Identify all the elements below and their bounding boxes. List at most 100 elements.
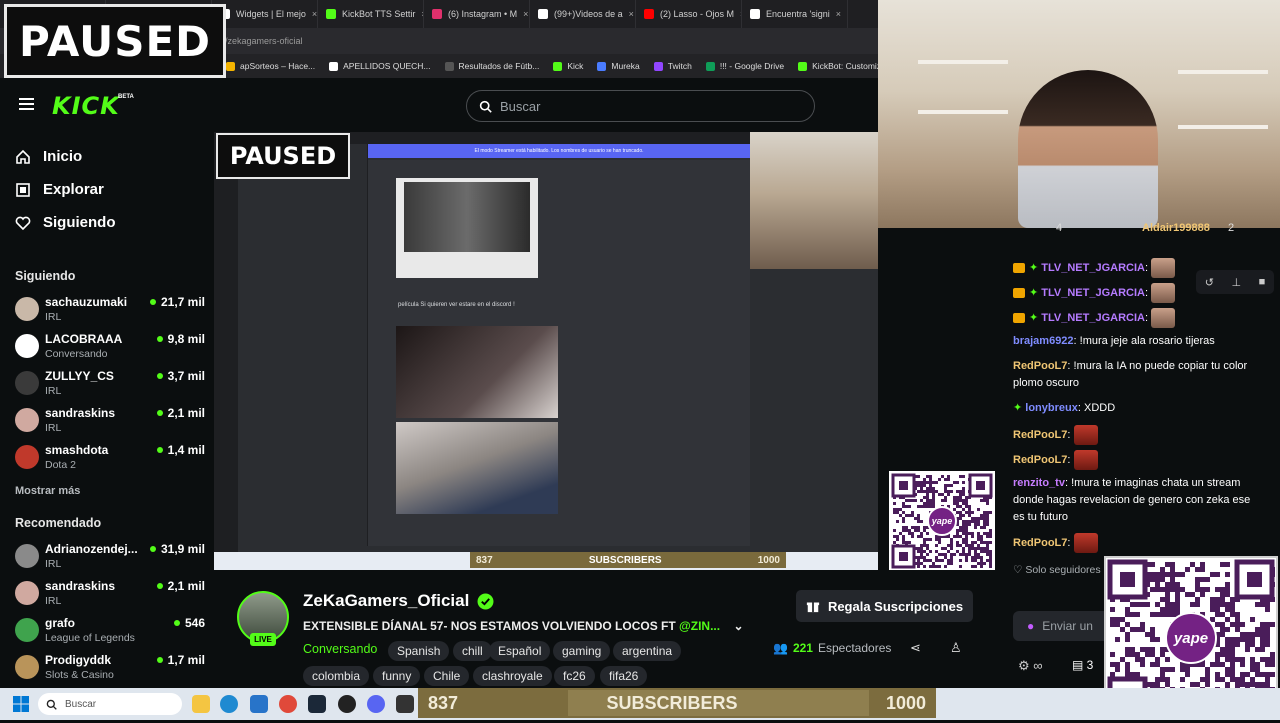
discord-icon[interactable] xyxy=(367,695,385,713)
tab-close-icon[interactable]: × xyxy=(629,9,634,19)
chat-message[interactable]: RedPooL7: xyxy=(1013,425,1263,445)
bookmark-item[interactable]: apSorteos – Hace... xyxy=(226,61,315,71)
obs-icon[interactable] xyxy=(338,695,356,713)
nav-home[interactable]: Inicio xyxy=(15,148,82,165)
stream-tag[interactable]: argentina xyxy=(613,641,682,661)
chat-message[interactable]: brajam6922: !mura jeje ala rosario tijer… xyxy=(1013,333,1263,350)
sidebar-channel[interactable]: sandraskins IRL 2,1 mil xyxy=(15,579,205,615)
chat-username[interactable]: TLV_NET_JGARCIA xyxy=(1041,287,1145,299)
stream-tag[interactable]: funny xyxy=(373,666,421,686)
emote-icon xyxy=(1151,283,1176,303)
chat-username[interactable]: RedPooL7 xyxy=(1013,454,1067,466)
file-explorer-icon[interactable] xyxy=(192,695,210,713)
stream-tag[interactable]: Spanish xyxy=(388,641,450,661)
chat-message[interactable]: RedPooL7: !mura la IA no puede copiar tu… xyxy=(1013,358,1263,392)
gift-subscriptions-button[interactable]: Regala Suscripciones xyxy=(796,590,973,622)
bookmark-item[interactable]: Kick xyxy=(553,61,583,71)
heart-icon xyxy=(15,216,31,230)
channel-viewers: 546 xyxy=(173,616,205,630)
chat-top-count-right: 2 xyxy=(1228,222,1235,234)
chrome-icon[interactable] xyxy=(279,695,297,713)
follow-icon[interactable]: ♙ xyxy=(950,640,962,656)
streamer-name[interactable]: ZeKaGamers_Oficial xyxy=(303,591,494,611)
bookmark-item[interactable]: Twitch xyxy=(653,61,692,71)
sidebar-channel[interactable]: sandraskins IRL 2,1 mil xyxy=(15,406,205,442)
stream-webcam-inset xyxy=(750,132,878,269)
sidebar-channel[interactable]: smashdota Dota 2 1,4 mil xyxy=(15,443,205,479)
bookmark-item[interactable]: APELLIDOS QUECH... xyxy=(329,61,431,71)
stream-tag[interactable]: fc26 xyxy=(554,666,595,686)
hamburger-menu-icon[interactable] xyxy=(19,98,34,110)
tab-close-icon[interactable]: × xyxy=(836,9,841,19)
stream-tag[interactable]: colombia xyxy=(303,666,370,686)
stream-tag[interactable]: chill xyxy=(453,641,492,661)
chat-message[interactable]: ✦ lonybreux: XDDD xyxy=(1013,400,1263,417)
sidebar-channel[interactable]: sachauzumaki IRL 21,7 mil xyxy=(15,295,205,331)
chat-message[interactable]: renzito_tv: !mura te imaginas chata un s… xyxy=(1013,475,1263,526)
sidebar-channel[interactable]: ZULLYY_CS IRL 3,7 mil xyxy=(15,369,205,405)
chat-message-actions[interactable]: ↺ ⊥ ■ xyxy=(1196,270,1274,294)
browser-tab[interactable]: (99+)Videos de a × xyxy=(530,0,636,28)
nav-explore[interactable]: Explorar xyxy=(15,181,104,198)
chat-username[interactable]: renzito_tv xyxy=(1013,477,1065,489)
chat-input-placeholder: Enviar un xyxy=(1042,619,1093,633)
channel-category: IRL xyxy=(45,311,62,323)
settings-icon[interactable]: ⚙ ∞ xyxy=(1018,658,1043,674)
tab-close-icon[interactable]: × xyxy=(312,9,317,19)
chat-username[interactable]: RedPooL7 xyxy=(1013,360,1067,372)
app-icon[interactable] xyxy=(396,695,414,713)
chat-message[interactable]: RedPooL7: xyxy=(1013,450,1263,470)
chat-message[interactable]: ✦ TLV_NET_JGARCIA: xyxy=(1013,308,1263,328)
browser-tab[interactable]: (2) Lasso - Ojos M× xyxy=(636,0,742,28)
browser-tab[interactable]: Widgets | El mejo × xyxy=(212,0,318,28)
edge-browser-icon[interactable] xyxy=(220,695,238,713)
pin-icon[interactable]: ⊥ xyxy=(1231,276,1241,289)
chat-input[interactable]: ● Enviar un xyxy=(1013,611,1113,641)
live-dot-icon xyxy=(173,620,180,626)
sidebar-channel[interactable]: LACOBRAAA Conversando 9,8 mil xyxy=(15,332,205,368)
nav-following[interactable]: Siguiendo xyxy=(15,214,116,231)
delete-icon[interactable]: ■ xyxy=(1259,276,1266,288)
show-more-link[interactable]: Mostrar más xyxy=(15,485,80,497)
bookmark-item[interactable]: Mureka xyxy=(597,61,640,71)
bookmark-item[interactable]: !!! - Google Drive xyxy=(705,61,784,71)
browser-tab[interactable]: Encuentra 'signi × xyxy=(742,0,848,28)
reply-icon[interactable]: ↺ xyxy=(1205,276,1214,289)
bookmark-item[interactable]: KickBot: Customiza... xyxy=(798,61,878,71)
streamer-name-text[interactable]: ZeKaGamers_Oficial xyxy=(303,591,469,611)
tab-close-icon[interactable]: × xyxy=(523,9,528,19)
store-icon[interactable] xyxy=(250,695,268,713)
stream-tag[interactable]: fifa26 xyxy=(600,666,648,686)
tab-favicon-icon xyxy=(326,9,336,19)
chat-username[interactable]: lonybreux xyxy=(1025,402,1078,414)
chat-username[interactable]: brajam6922 xyxy=(1013,335,1074,347)
chat-username[interactable]: RedPooL7 xyxy=(1013,537,1067,549)
bookmark-item[interactable]: Resultados de Fútb... xyxy=(444,61,539,71)
browser-tab[interactable]: KickBot TTS Settir× xyxy=(318,0,424,28)
stream-tag[interactable]: gaming xyxy=(553,641,611,661)
share-icon[interactable]: ⋖ xyxy=(910,640,921,656)
chat-username[interactable]: TLV_NET_JGARCIA xyxy=(1041,312,1145,324)
browser-tab[interactable]: (6) Instagram • M × xyxy=(424,0,530,28)
steam-icon[interactable] xyxy=(308,695,326,713)
windows-start-icon[interactable] xyxy=(13,696,29,712)
chat-message[interactable]: RedPooL7: xyxy=(1013,533,1263,553)
chat-username[interactable]: TLV_NET_JGARCIA xyxy=(1041,262,1145,274)
stream-title-mention[interactable]: @ZIN... xyxy=(679,619,720,633)
stream-tag[interactable]: clashroyale xyxy=(473,666,552,686)
sidebar-channel[interactable]: Prodigyddk Slots & Casino 1,7 mil xyxy=(15,653,205,689)
chat-username[interactable]: RedPooL7 xyxy=(1013,429,1067,441)
kick-logo[interactable]: KICK xyxy=(52,92,120,120)
search-input[interactable]: Buscar xyxy=(466,90,815,122)
sidebar-channel[interactable]: grafo League of Legends 546 xyxy=(15,616,205,652)
channel-name: smashdota xyxy=(45,443,109,457)
sidebar-channel[interactable]: Adrianozendej... IRL 31,9 mil xyxy=(15,542,205,578)
stream-tag[interactable]: Chile xyxy=(424,666,470,686)
chat-footer-count[interactable]: ▤ 3 xyxy=(1072,658,1093,672)
live-dot-icon xyxy=(156,373,163,379)
chevron-down-icon[interactable]: ⌄ xyxy=(733,619,743,633)
windows-search-input[interactable]: Buscar xyxy=(38,693,182,715)
stream-category[interactable]: Conversando xyxy=(303,642,377,656)
avatar xyxy=(15,334,39,358)
stream-tag[interactable]: Español xyxy=(489,641,551,661)
